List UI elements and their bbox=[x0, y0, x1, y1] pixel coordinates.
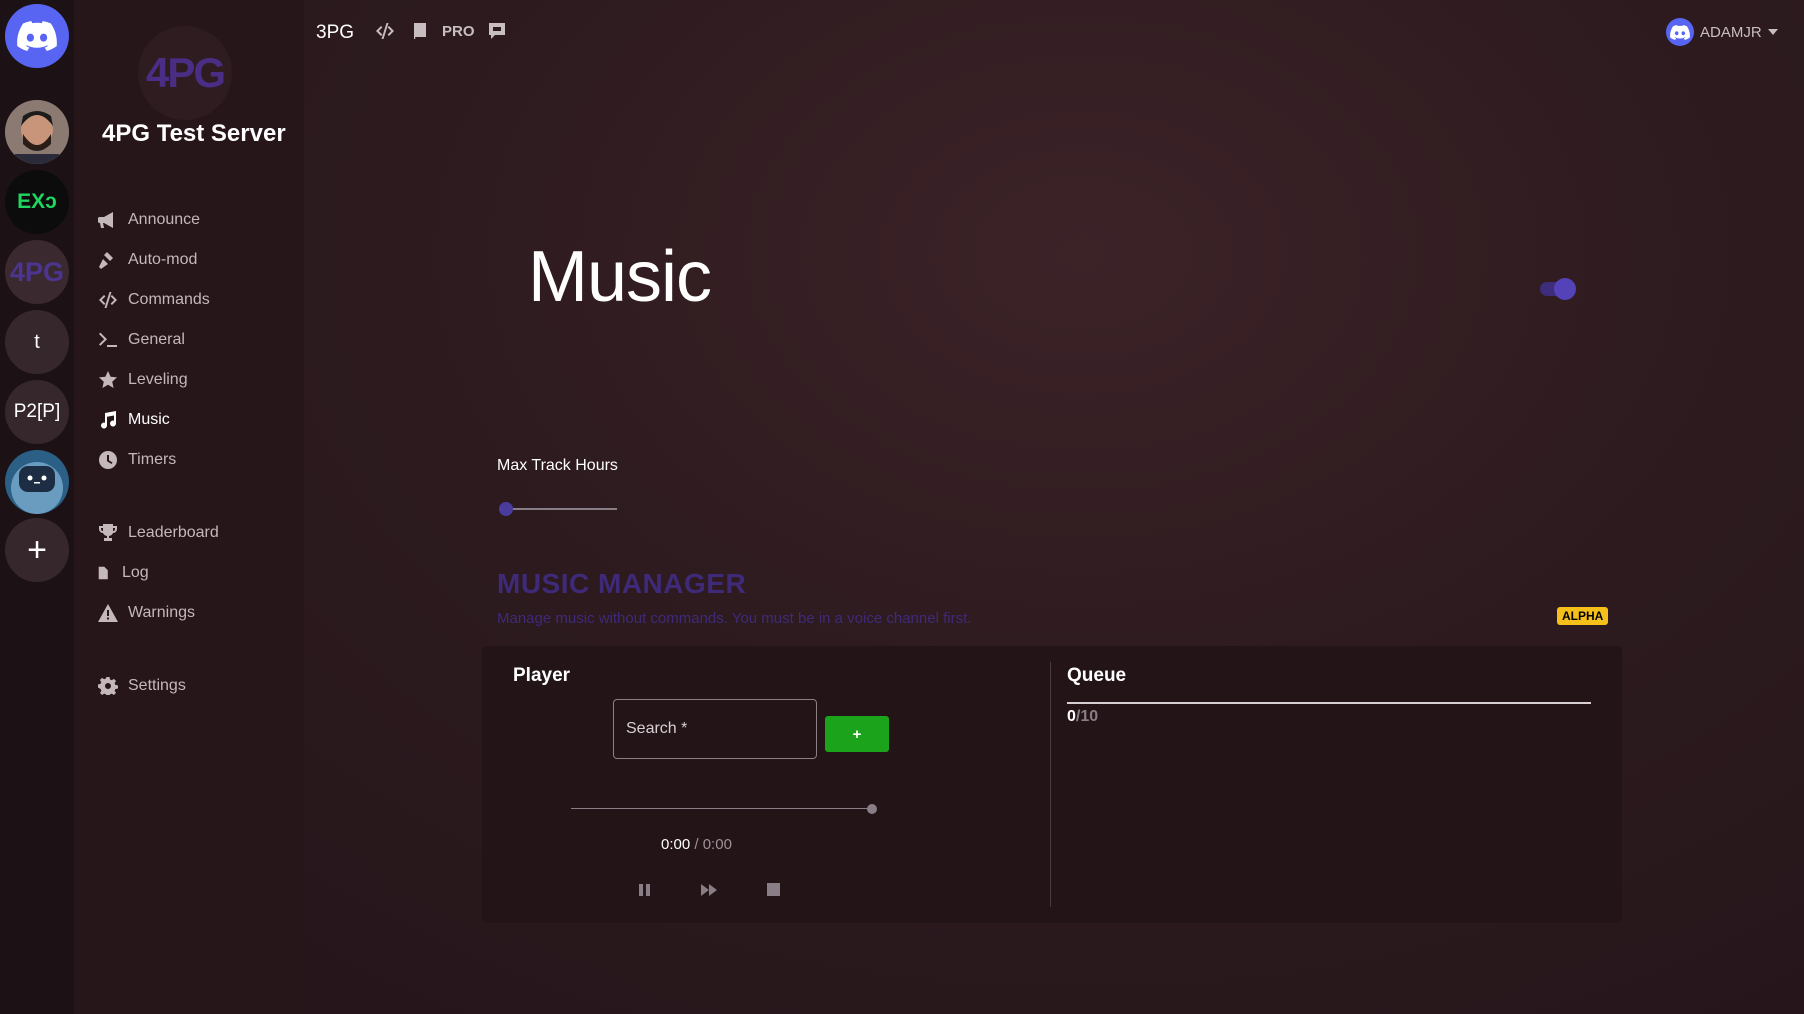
track-progress-thumb[interactable] bbox=[867, 804, 877, 814]
star-icon bbox=[99, 371, 117, 388]
gavel-icon bbox=[99, 252, 113, 269]
queue-max-count: /10 bbox=[1075, 708, 1099, 725]
username: ADAMJR bbox=[1700, 23, 1762, 41]
sidebar bbox=[74, 0, 304, 1014]
user-menu[interactable]: ADAMJR bbox=[1666, 18, 1778, 46]
stop-icon[interactable] bbox=[767, 883, 780, 901]
slider-thumb[interactable] bbox=[499, 502, 513, 516]
player-heading: Player bbox=[513, 665, 571, 686]
toggle-knob bbox=[1554, 278, 1576, 300]
avatar bbox=[1666, 18, 1694, 46]
track-time: 0:00 / 0:00 bbox=[661, 836, 732, 853]
total-time: 0:00 bbox=[702, 836, 732, 853]
sidebar-item-general[interactable]: General bbox=[98, 331, 185, 349]
music-manager-card bbox=[482, 646, 1622, 923]
search-input[interactable] bbox=[613, 699, 817, 759]
warning-icon bbox=[98, 604, 118, 622]
caret-down-icon bbox=[1767, 29, 1778, 35]
pause-icon[interactable] bbox=[638, 883, 652, 902]
sidebar-item-auto-mod[interactable]: Auto-mod bbox=[98, 251, 197, 269]
music-manager-subtitle: Manage music without commands. You must … bbox=[497, 610, 972, 627]
sidebar-item-commands[interactable]: Commands bbox=[98, 291, 210, 309]
server-name: 4PG Test Server bbox=[102, 120, 286, 147]
sidebar-item-leaderboard[interactable]: Leaderboard bbox=[98, 524, 219, 542]
code-icon bbox=[99, 292, 117, 308]
alpha-badge: ALPHA bbox=[1557, 607, 1609, 625]
server-p2p[interactable]: P2[P] bbox=[5, 380, 69, 444]
brand-link[interactable]: 3PG bbox=[316, 22, 354, 44]
queue-divider bbox=[1067, 702, 1591, 704]
time-separator: / bbox=[690, 836, 703, 853]
server-logo: 4PG bbox=[138, 26, 232, 120]
megaphone-icon bbox=[98, 212, 113, 228]
pro-link[interactable]: PRO bbox=[442, 23, 475, 40]
sidebar-item-timers[interactable]: Timers bbox=[98, 451, 176, 469]
track-progress-bar[interactable] bbox=[571, 804, 877, 814]
document-icon bbox=[98, 566, 108, 580]
max-track-hours-slider[interactable] bbox=[499, 502, 617, 516]
skip-icon[interactable] bbox=[701, 883, 717, 902]
add-track-button[interactable]: + bbox=[825, 716, 889, 752]
server-bot-icon[interactable] bbox=[5, 450, 69, 514]
gear-icon bbox=[98, 677, 118, 695]
terminal-icon bbox=[99, 332, 117, 347]
server-rail: EXɔ 4PG t P2[P] + bbox=[0, 0, 74, 1014]
queue-current-count: 0 bbox=[1067, 708, 1076, 725]
sidebar-item-music[interactable]: Music bbox=[98, 411, 170, 429]
sidebar-item-warnings[interactable]: Warnings bbox=[98, 604, 195, 622]
module-enabled-toggle[interactable] bbox=[1540, 278, 1576, 300]
current-time: 0:00 bbox=[661, 836, 691, 853]
sidebar-item-log[interactable]: Log bbox=[98, 564, 149, 582]
queue-heading: Queue bbox=[1067, 665, 1127, 686]
discord-home-icon[interactable] bbox=[5, 4, 69, 68]
server-avatar-person[interactable] bbox=[5, 100, 69, 164]
sidebar-item-settings[interactable]: Settings bbox=[98, 677, 186, 695]
music-note-icon bbox=[101, 411, 117, 429]
server-t[interactable]: t bbox=[5, 310, 69, 374]
sidebar-item-announce[interactable]: Announce bbox=[98, 211, 200, 229]
page-title: Music bbox=[528, 237, 712, 317]
music-manager-title: MUSIC MANAGER bbox=[497, 568, 747, 599]
add-server-button[interactable]: + bbox=[5, 518, 69, 582]
server-4pg[interactable]: 4PG bbox=[5, 240, 69, 304]
queue-count: 0/10 bbox=[1067, 708, 1098, 726]
clock-icon bbox=[99, 451, 117, 469]
code-icon[interactable] bbox=[374, 22, 396, 45]
book-icon[interactable] bbox=[412, 23, 428, 44]
trophy-icon bbox=[99, 524, 117, 541]
sidebar-item-leveling[interactable]: Leveling bbox=[98, 371, 188, 389]
card-divider bbox=[1050, 662, 1051, 907]
chat-icon[interactable] bbox=[489, 23, 505, 44]
server-exo[interactable]: EXɔ bbox=[5, 170, 69, 234]
max-track-hours-label: Max Track Hours bbox=[497, 457, 618, 474]
